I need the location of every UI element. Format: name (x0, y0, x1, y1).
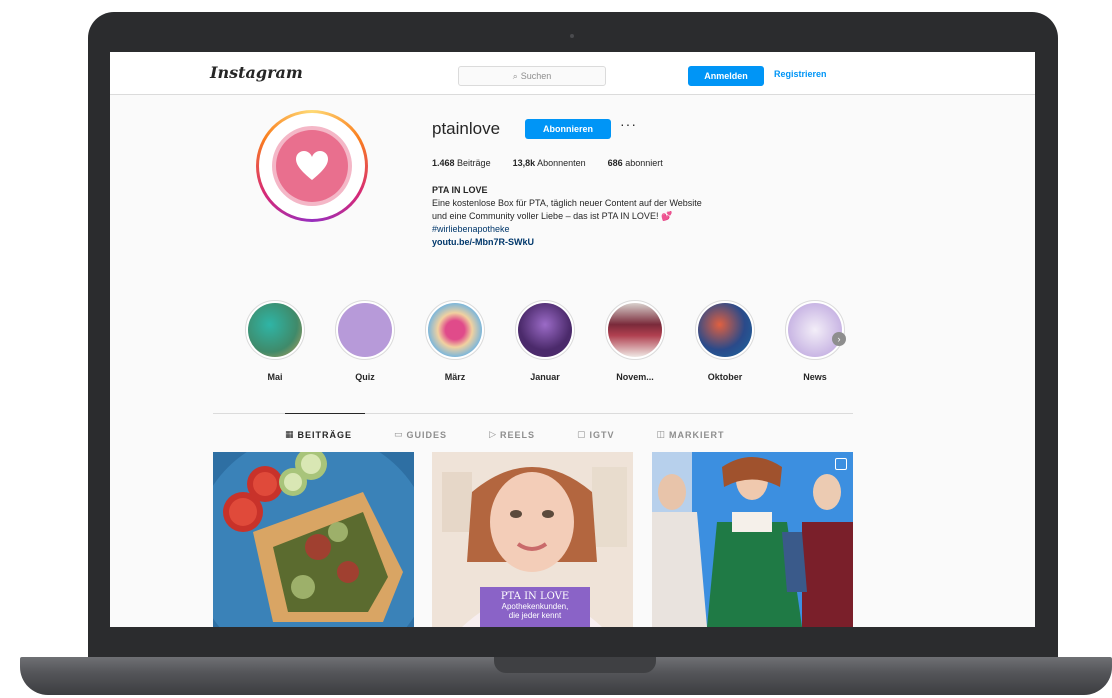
post-tile-1[interactable] (213, 452, 414, 627)
profile-bio: PTA IN LOVE Eine kostenlose Box für PTA,… (432, 184, 852, 249)
tab-markiert[interactable]: ◫ MARKIERT (657, 429, 725, 440)
igtv-icon: ▢ (577, 429, 587, 439)
post-image-galette (213, 452, 414, 627)
post-image-group (652, 452, 853, 627)
bio-name: PTA IN LOVE (432, 185, 488, 195)
following-stat[interactable]: 686 abonniert (608, 158, 663, 168)
search-placeholder: Suchen (520, 71, 552, 81)
highlight-thumb (338, 303, 392, 357)
post-tile-3[interactable] (652, 452, 853, 627)
highlight-mai[interactable]: Mai (240, 300, 310, 382)
tab-beitraege[interactable]: ▦ BEITRÄGE (285, 429, 352, 440)
instagram-logo[interactable]: Instagram (210, 63, 303, 82)
bio-url-link[interactable]: youtu.be/-Mbn7R-SWkU (432, 236, 852, 249)
heart-emoji-icon: 💕 (660, 211, 673, 221)
guide-icon: ▭ (394, 429, 404, 439)
login-button[interactable]: Anmelden (688, 66, 764, 86)
tab-guides[interactable]: ▭ GUIDES (394, 429, 447, 440)
followers-stat[interactable]: 13,8k Abonnenten (513, 158, 586, 168)
heart-logo-icon (276, 130, 348, 202)
highlight-thumb (788, 303, 842, 357)
highlight-thumb (248, 303, 302, 357)
highlight-thumb (608, 303, 662, 357)
profile-tabs: ▦ BEITRÄGE ▭ GUIDES ▷ REELS ▢ IGTV ◫ MAR… (285, 429, 725, 440)
profile-stats: 1.468 Beiträge 13,8k Abonnenten 686 abon… (432, 158, 663, 168)
bio-line-2-wrap: und eine Community voller Liebe – das is… (432, 210, 852, 223)
profile-username: ptainlove (432, 119, 501, 138)
camera-dot (570, 34, 574, 38)
highlight-januar[interactable]: Januar (510, 300, 580, 382)
highlight-maerz[interactable]: März (420, 300, 490, 382)
highlight-thumb (518, 303, 572, 357)
tab-reels[interactable]: ▷ REELS (489, 429, 535, 440)
bio-line-1: Eine kostenlose Box für PTA, täglich neu… (432, 198, 702, 208)
grid-icon: ▦ (285, 429, 295, 439)
register-link[interactable]: Registrieren (774, 69, 827, 79)
highlight-quiz[interactable]: Quiz (330, 300, 400, 382)
more-options-icon[interactable]: ··· (620, 116, 637, 132)
highlight-thumb (698, 303, 752, 357)
multiple-photos-icon (835, 458, 847, 470)
search-icon: ⌕ (512, 70, 518, 81)
search-input[interactable]: ⌕ Suchen (458, 66, 606, 86)
profile-avatar[interactable] (256, 110, 368, 222)
highlight-thumb (428, 303, 482, 357)
follow-button[interactable]: Abonnieren (525, 119, 611, 139)
post-tile-2[interactable]: PTA IN LOVE Apothekenkunden, die jeder k… (432, 452, 633, 627)
posts-stat: 1.468 Beiträge (432, 158, 491, 168)
reels-icon: ▷ (489, 429, 497, 439)
bio-line-2: und eine Community voller Liebe – das is… (432, 211, 659, 221)
post-overlay-card: PTA IN LOVE Apothekenkunden, die jeder k… (480, 587, 590, 627)
screen: Instagram ⌕ Suchen Anmelden Registrieren… (110, 52, 1035, 627)
active-tab-indicator (285, 413, 365, 414)
highlight-november[interactable]: Novem... (600, 300, 670, 382)
top-nav: Instagram ⌕ Suchen Anmelden Registrieren (110, 52, 1035, 95)
tag-icon: ◫ (656, 429, 667, 439)
laptop-notch (494, 657, 656, 673)
tab-igtv[interactable]: ▢ IGTV (577, 429, 615, 440)
highlight-oktober[interactable]: Oktober (690, 300, 760, 382)
chevron-right-icon[interactable]: › (832, 332, 846, 346)
story-highlights: Mai Quiz März Januar Novem... Oktober Ne… (240, 300, 860, 384)
bio-hashtag-link[interactable]: #wirliebenapotheke (432, 223, 852, 236)
